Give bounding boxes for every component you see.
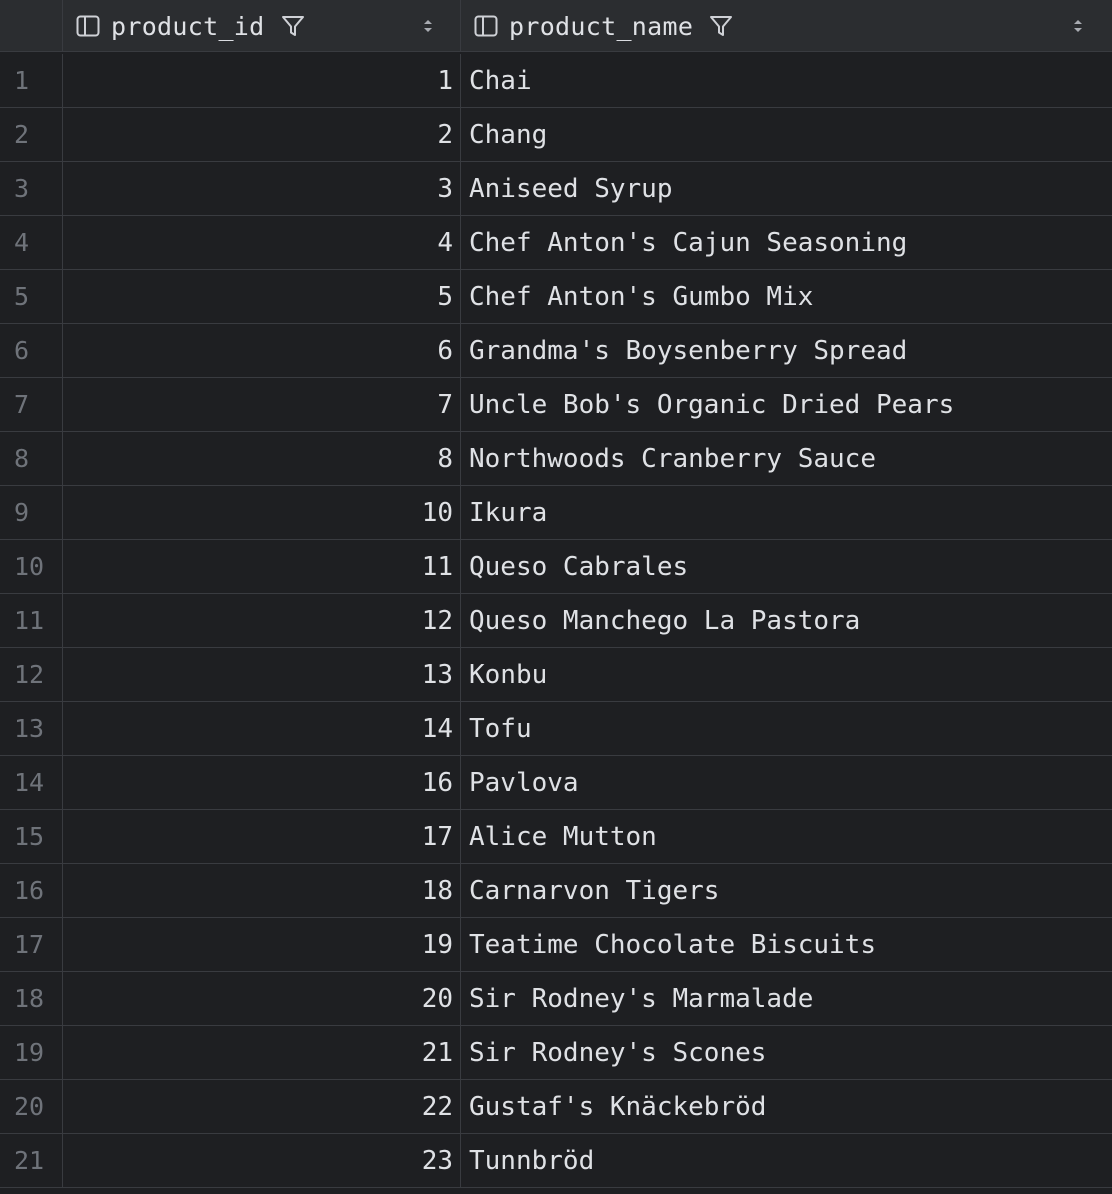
- data-grid: product_id product_name 1 1 Chai 2 2 Cha…: [0, 0, 1112, 1194]
- cell-product-id[interactable]: 19: [63, 918, 461, 971]
- cell-product-name[interactable]: Chef Anton's Gumbo Mix: [461, 270, 1112, 323]
- cell-product-name[interactable]: Pavlova: [461, 756, 1112, 809]
- grid-header: product_id product_name: [0, 0, 1112, 52]
- cell-product-name[interactable]: Northwoods Cranberry Sauce: [461, 432, 1112, 485]
- cell-product-name[interactable]: Ikura: [461, 486, 1112, 539]
- row-number[interactable]: 19: [0, 1026, 63, 1079]
- cell-product-id[interactable]: 16: [63, 756, 461, 809]
- table-row[interactable]: 3 3 Aniseed Syrup: [0, 162, 1112, 216]
- table-row[interactable]: 18 20 Sir Rodney's Marmalade: [0, 972, 1112, 1026]
- table-row[interactable]: 9 10 Ikura: [0, 486, 1112, 540]
- cell-product-name[interactable]: Sir Rodney's Scones: [461, 1026, 1112, 1079]
- cell-product-id[interactable]: 22: [63, 1080, 461, 1133]
- row-number[interactable]: 3: [0, 162, 63, 215]
- cell-product-name[interactable]: Queso Manchego La Pastora: [461, 594, 1112, 647]
- grid-body: 1 1 Chai 2 2 Chang 3 3 Aniseed Syrup 4 4 Chef Anton…: [0, 54, 1112, 1188]
- cell-product-id[interactable]: 3: [63, 162, 461, 215]
- column-header-product-name[interactable]: product_name: [461, 0, 1112, 52]
- table-row[interactable]: 20 22 Gustaf's Knäckebröd: [0, 1080, 1112, 1134]
- cell-product-name[interactable]: Grandma's Boysenberry Spread: [461, 324, 1112, 377]
- cell-product-name[interactable]: Tunnbröd: [461, 1134, 1112, 1187]
- table-row[interactable]: 8 8 Northwoods Cranberry Sauce: [0, 432, 1112, 486]
- row-number[interactable]: 6: [0, 324, 63, 377]
- cell-product-id[interactable]: 4: [63, 216, 461, 269]
- sort-icon[interactable]: [1070, 15, 1086, 37]
- cell-product-name[interactable]: Queso Cabrales: [461, 540, 1112, 593]
- cell-product-name[interactable]: Teatime Chocolate Biscuits: [461, 918, 1112, 971]
- table-row[interactable]: 5 5 Chef Anton's Gumbo Mix: [0, 270, 1112, 324]
- cell-product-id[interactable]: 14: [63, 702, 461, 755]
- cell-product-name[interactable]: Konbu: [461, 648, 1112, 701]
- cell-product-name[interactable]: Chang: [461, 108, 1112, 161]
- cell-product-id[interactable]: 8: [63, 432, 461, 485]
- table-row[interactable]: 11 12 Queso Manchego La Pastora: [0, 594, 1112, 648]
- filter-icon[interactable]: [279, 12, 307, 40]
- column-icon: [75, 13, 101, 39]
- table-row[interactable]: 7 7 Uncle Bob's Organic Dried Pears: [0, 378, 1112, 432]
- cell-product-name[interactable]: Aniseed Syrup: [461, 162, 1112, 215]
- table-row[interactable]: 1 1 Chai: [0, 54, 1112, 108]
- filter-icon[interactable]: [707, 12, 735, 40]
- cell-product-id[interactable]: 13: [63, 648, 461, 701]
- column-title: product_id: [111, 11, 265, 41]
- cell-product-id[interactable]: 20: [63, 972, 461, 1025]
- cell-product-name[interactable]: Alice Mutton: [461, 810, 1112, 863]
- table-row[interactable]: 16 18 Carnarvon Tigers: [0, 864, 1112, 918]
- cell-product-id[interactable]: 12: [63, 594, 461, 647]
- cell-product-id[interactable]: 18: [63, 864, 461, 917]
- table-row[interactable]: 2 2 Chang: [0, 108, 1112, 162]
- cell-product-id[interactable]: 2: [63, 108, 461, 161]
- row-number[interactable]: 18: [0, 972, 63, 1025]
- table-row[interactable]: 4 4 Chef Anton's Cajun Seasoning: [0, 216, 1112, 270]
- cell-product-name[interactable]: Chef Anton's Cajun Seasoning: [461, 216, 1112, 269]
- cell-product-name[interactable]: Uncle Bob's Organic Dried Pears: [461, 378, 1112, 431]
- table-row[interactable]: 13 14 Tofu: [0, 702, 1112, 756]
- cell-product-name[interactable]: Sir Rodney's Marmalade: [461, 972, 1112, 1025]
- table-row[interactable]: 6 6 Grandma's Boysenberry Spread: [0, 324, 1112, 378]
- sort-icon[interactable]: [420, 15, 436, 37]
- row-number[interactable]: 8: [0, 432, 63, 485]
- column-icon: [473, 13, 499, 39]
- row-number[interactable]: 1: [0, 54, 63, 107]
- row-number[interactable]: 5: [0, 270, 63, 323]
- row-number-header[interactable]: [0, 0, 63, 52]
- table-row[interactable]: 10 11 Queso Cabrales: [0, 540, 1112, 594]
- cell-product-id[interactable]: 6: [63, 324, 461, 377]
- cell-product-id[interactable]: 11: [63, 540, 461, 593]
- cell-product-id[interactable]: 5: [63, 270, 461, 323]
- row-number[interactable]: 11: [0, 594, 63, 647]
- table-row[interactable]: 19 21 Sir Rodney's Scones: [0, 1026, 1112, 1080]
- column-title: product_name: [509, 11, 694, 41]
- table-row[interactable]: 21 23 Tunnbröd: [0, 1134, 1112, 1188]
- column-header-product-id[interactable]: product_id: [63, 0, 461, 52]
- cell-product-id[interactable]: 21: [63, 1026, 461, 1079]
- row-number[interactable]: 14: [0, 756, 63, 809]
- cell-product-name[interactable]: Gustaf's Knäckebröd: [461, 1080, 1112, 1133]
- cell-product-id[interactable]: 10: [63, 486, 461, 539]
- table-row[interactable]: 14 16 Pavlova: [0, 756, 1112, 810]
- row-number[interactable]: 7: [0, 378, 63, 431]
- row-number[interactable]: 15: [0, 810, 63, 863]
- row-number[interactable]: 21: [0, 1134, 63, 1187]
- row-number[interactable]: 16: [0, 864, 63, 917]
- row-number[interactable]: 17: [0, 918, 63, 971]
- row-number[interactable]: 10: [0, 540, 63, 593]
- row-number[interactable]: 9: [0, 486, 63, 539]
- row-number[interactable]: 4: [0, 216, 63, 269]
- table-row[interactable]: 15 17 Alice Mutton: [0, 810, 1112, 864]
- row-number[interactable]: 20: [0, 1080, 63, 1133]
- table-row[interactable]: 17 19 Teatime Chocolate Biscuits: [0, 918, 1112, 972]
- table-row[interactable]: 12 13 Konbu: [0, 648, 1112, 702]
- row-number[interactable]: 12: [0, 648, 63, 701]
- cell-product-id[interactable]: 1: [63, 54, 461, 107]
- cell-product-name[interactable]: Chai: [461, 54, 1112, 107]
- row-number[interactable]: 13: [0, 702, 63, 755]
- cell-product-id[interactable]: 23: [63, 1134, 461, 1187]
- cell-product-id[interactable]: 17: [63, 810, 461, 863]
- cell-product-name[interactable]: Carnarvon Tigers: [461, 864, 1112, 917]
- row-number[interactable]: 2: [0, 108, 63, 161]
- cell-product-id[interactable]: 7: [63, 378, 461, 431]
- cell-product-name[interactable]: Tofu: [461, 702, 1112, 755]
